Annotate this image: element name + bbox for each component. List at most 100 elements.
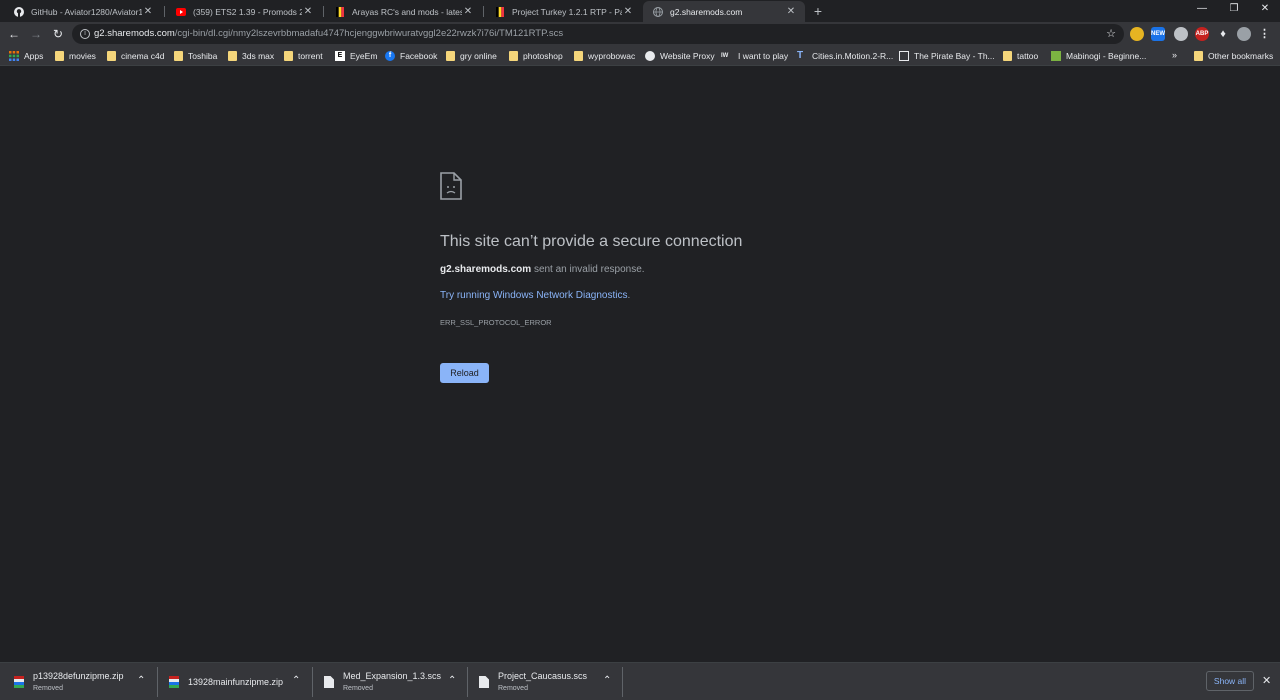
bookmark-i-want-to-play[interactable]: IW I want to play — [721, 50, 788, 62]
bookmark-label: Apps — [24, 51, 44, 61]
close-icon[interactable]: ✕ — [1262, 674, 1271, 687]
bookmark-label: Website Proxy — [660, 51, 715, 61]
bookmarks-overflow-button[interactable]: » — [1172, 50, 1177, 60]
bookmark-eyeem[interactable]: E EyeEm — [335, 50, 377, 62]
tab-separator — [164, 6, 165, 17]
bookmark-3ds-max[interactable]: 3ds max — [228, 50, 274, 62]
folder-icon — [574, 51, 583, 61]
cloud-ext-icon[interactable] — [1174, 27, 1188, 41]
bookmark-pirate-bay[interactable]: The Pirate Bay - Th... — [899, 50, 995, 62]
tab-sharemods[interactable]: g2.sharemods.com ✕ — [643, 1, 805, 22]
download-filename: p13928defunzipme.zip — [33, 671, 124, 681]
youtube-icon — [176, 7, 186, 17]
apps-grid-icon — [9, 51, 19, 61]
bookmark-label: The Pirate Bay - Th... — [914, 51, 995, 61]
close-icon[interactable]: ✕ — [785, 6, 797, 17]
download-item[interactable]: Project_Caucasus.scs Removed ⌃ — [465, 663, 622, 700]
bookmark-mabinogi[interactable]: Mabinogi - Beginne... — [1051, 50, 1146, 62]
bookmark-wyprobowac[interactable]: wyprobowac — [574, 50, 635, 62]
address-bar[interactable]: i g2.sharemods.com/cgi-bin/dl.cgi/nmy2ls… — [72, 24, 1124, 44]
tab-title: (359) ETS2 1.39 - Promods 2.51 G — [193, 6, 302, 17]
close-icon[interactable]: ✕ — [622, 6, 634, 17]
tab-arayas[interactable]: Arayas RC's and mods - latest ve ✕ — [325, 1, 482, 22]
download-item[interactable]: p13928defunzipme.zip Removed ⌃ — [0, 663, 157, 700]
profile-avatar-icon[interactable] — [1237, 27, 1251, 41]
close-icon[interactable]: ✕ — [302, 6, 314, 17]
bookmark-cinema-c4d[interactable]: cinema c4d — [107, 50, 164, 62]
chevron-up-icon[interactable]: ⌃ — [603, 675, 611, 686]
github-icon — [14, 6, 24, 17]
error-message-text: sent an invalid response. — [533, 264, 645, 275]
folder-icon — [509, 51, 518, 61]
bookmark-apps[interactable]: Apps — [9, 50, 43, 62]
bookmark-label: Toshiba — [188, 51, 218, 61]
site-info-icon[interactable]: i — [80, 29, 90, 39]
network-diagnostics-link[interactable]: Windows Network Diagnostics — [493, 290, 628, 301]
mabinogi-icon — [1051, 51, 1061, 61]
bookmark-label: gry online — [460, 51, 497, 61]
bookmark-cities-in-motion[interactable]: T Cities.in.Motion.2-R... — [797, 50, 893, 62]
abp-ext-icon[interactable]: ABP — [1195, 27, 1209, 41]
bookmark-star-icon[interactable]: ☆ — [1106, 27, 1116, 40]
zip-archive-icon — [14, 675, 24, 688]
download-status: Removed — [498, 685, 528, 692]
bookmarks-bar: Apps movies cinema c4d Toshiba 3ds max t… — [0, 46, 1280, 66]
show-all-button[interactable]: Show all — [1206, 671, 1254, 691]
menu-icon[interactable]: ⋮ — [1259, 27, 1270, 41]
forward-button[interactable]: → — [28, 26, 44, 42]
download-item[interactable]: 13928mainfunzipme.zip ⌃ — [155, 663, 312, 700]
bookmark-facebook[interactable]: f Facebook — [385, 50, 437, 62]
folder-icon — [174, 51, 183, 61]
error-title: This site can’t provide a secure connect… — [440, 233, 743, 250]
bookmark-gry-online[interactable]: gry online — [446, 50, 497, 62]
bookmark-toshiba[interactable]: Toshiba — [174, 50, 217, 62]
bookmark-label: Other bookmarks — [1208, 51, 1274, 61]
download-filename: 13928mainfunzipme.zip — [188, 677, 284, 687]
tab-title: Project Turkey 1.2.1 RTP - Page 3 — [512, 6, 622, 17]
bookmark-label: EyeEm — [350, 51, 378, 61]
file-icon — [479, 675, 489, 688]
url-text[interactable]: g2.sharemods.com/cgi-bin/dl.cgi/nmy2lsze… — [94, 28, 563, 39]
puzzle-icon[interactable]: ♦ — [1216, 27, 1230, 41]
reload-icon[interactable]: ↻ — [50, 26, 66, 42]
bookmark-label: Facebook — [400, 51, 438, 61]
download-item[interactable]: Med_Expansion_1.3.scs Removed ⌃ — [310, 663, 467, 700]
new-tab-button[interactable]: + — [810, 3, 826, 19]
tab-strip: GitHub - Aviator1280/Aviator128 ✕ (359) … — [0, 0, 1280, 22]
other-bookmarks[interactable]: Other bookmarks — [1194, 50, 1273, 62]
window-close-icon[interactable]: ✕ — [1258, 3, 1272, 14]
back-button[interactable]: ← — [6, 26, 22, 42]
bookmark-label: Cities.in.Motion.2-R... — [812, 51, 894, 61]
minimize-icon[interactable]: — — [1195, 3, 1209, 14]
tab-title: Arayas RC's and mods - latest ve — [352, 6, 462, 17]
tab-youtube[interactable]: (359) ETS2 1.39 - Promods 2.51 G ✕ — [166, 1, 322, 22]
chevron-up-icon[interactable]: ⌃ — [448, 675, 456, 686]
reload-button[interactable]: Reload — [440, 363, 489, 383]
bookmark-label: I want to play — [738, 51, 789, 61]
bookmark-website-proxy[interactable]: Website Proxy — [645, 50, 715, 62]
iwtp-icon: IW — [721, 53, 729, 59]
t-icon: T — [797, 50, 804, 61]
close-icon[interactable]: ✕ — [142, 6, 154, 17]
suggestion-suffix: . — [627, 290, 631, 301]
chevron-up-icon[interactable]: ⌃ — [137, 675, 145, 686]
download-filename: Project_Caucasus.scs — [498, 671, 588, 681]
eyeem-icon: E — [335, 51, 345, 61]
close-icon[interactable]: ✕ — [462, 6, 474, 17]
flag-icon — [335, 6, 345, 17]
bookmark-label: tattoo — [1017, 51, 1039, 61]
url-host: g2.sharemods.com — [94, 28, 175, 39]
error-message: g2.sharemods.com sent an invalid respons… — [440, 264, 645, 275]
bookmark-photoshop[interactable]: photoshop — [509, 50, 563, 62]
bookmark-movies[interactable]: movies — [55, 50, 96, 62]
circle-ext-icon[interactable] — [1130, 27, 1144, 41]
tab-project-turkey[interactable]: Project Turkey 1.2.1 RTP - Page 3 ✕ — [485, 1, 642, 22]
bookmark-tattoo[interactable]: tattoo — [1003, 50, 1038, 62]
tab-github[interactable]: GitHub - Aviator1280/Aviator128 ✕ — [4, 1, 162, 22]
facebook-icon: f — [385, 51, 395, 61]
restore-icon[interactable]: ❐ — [1227, 3, 1241, 14]
new-badge-ext-icon[interactable]: NEW — [1151, 27, 1165, 41]
folder-icon — [1003, 51, 1012, 61]
chevron-up-icon[interactable]: ⌃ — [292, 675, 300, 686]
bookmark-torrent[interactable]: torrent — [284, 50, 323, 62]
